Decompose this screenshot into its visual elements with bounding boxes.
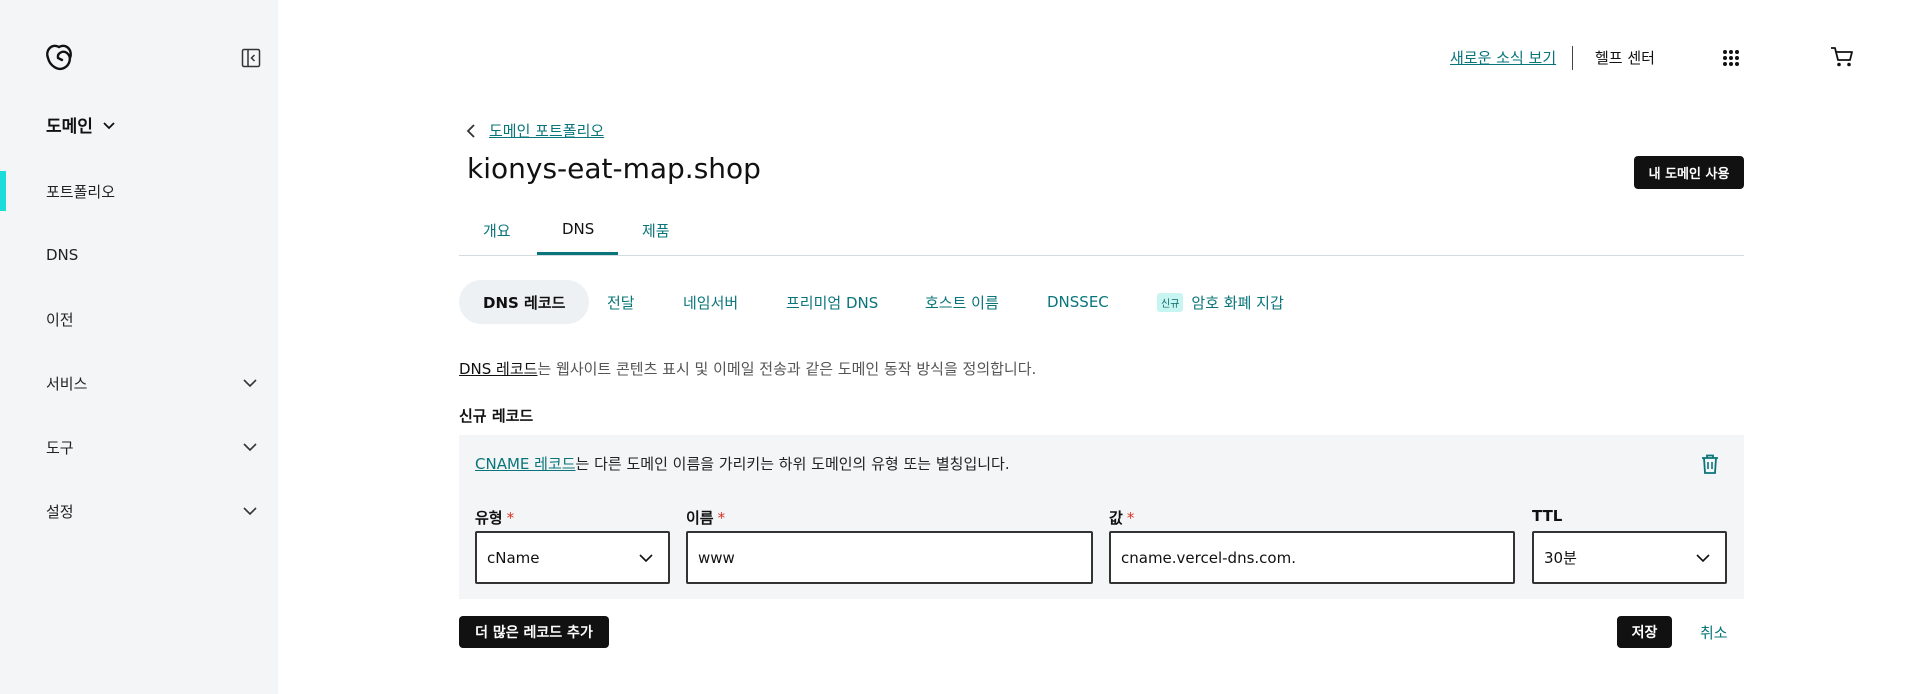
active-tab-indicator bbox=[537, 252, 618, 255]
subtab-dns-records[interactable]: DNS 레코드 bbox=[459, 280, 590, 324]
chevron-down-icon bbox=[243, 379, 257, 388]
value-input-value: cname.vercel-dns.com. bbox=[1121, 548, 1296, 567]
sidebar-item-services[interactable]: 서비스 bbox=[0, 363, 278, 403]
sidebar-item-label: 포트폴리오 bbox=[46, 182, 116, 201]
breadcrumb-label: 도메인 포트폴리오 bbox=[489, 122, 605, 140]
name-input-value: www bbox=[698, 548, 735, 567]
sidebar-item-label: 이전 bbox=[46, 310, 74, 329]
type-select[interactable]: cName bbox=[475, 531, 670, 584]
save-button[interactable]: 저장 bbox=[1617, 616, 1672, 648]
dns-records-link[interactable]: DNS 레코드 bbox=[459, 360, 537, 378]
chevron-down-icon bbox=[1696, 554, 1710, 563]
tab-dns[interactable]: DNS bbox=[562, 220, 594, 238]
whats-new-link[interactable]: 새로운 소식 보기 bbox=[1450, 47, 1556, 68]
subtab-premium-dns[interactable]: 프리미엄 DNS bbox=[786, 280, 878, 324]
chevron-left-icon bbox=[466, 123, 475, 138]
value-label: 값 * bbox=[1109, 507, 1134, 528]
chevron-down-icon bbox=[639, 554, 653, 563]
godaddy-logo-icon[interactable] bbox=[44, 44, 74, 72]
header-divider bbox=[1572, 46, 1573, 70]
required-mark: * bbox=[1126, 509, 1135, 527]
subtab-forwarding[interactable]: 전달 bbox=[607, 280, 635, 324]
ttl-select[interactable]: 30분 bbox=[1532, 531, 1727, 584]
dns-description: DNS 레코드는 웹사이트 콘텐츠 표시 및 이메일 전송과 같은 도메인 동작… bbox=[459, 358, 1036, 379]
subtab-dnssec[interactable]: DNSSEC bbox=[1047, 280, 1109, 324]
cancel-button[interactable]: 취소 bbox=[1700, 622, 1728, 643]
sidebar-item-tools[interactable]: 도구 bbox=[0, 427, 278, 467]
subtab-crypto-wallet-label: 암호 화폐 지갑 bbox=[1191, 293, 1284, 312]
product-switch-label: 도메인 bbox=[46, 117, 93, 137]
sidebar-item-portfolio[interactable]: 포트폴리오 bbox=[0, 171, 278, 211]
ttl-label: TTL bbox=[1532, 507, 1563, 525]
help-center-link[interactable]: 헬프 센터 bbox=[1595, 47, 1655, 68]
value-input[interactable]: cname.vercel-dns.com. bbox=[1109, 531, 1515, 584]
sidebar-item-transfer[interactable]: 이전 bbox=[0, 299, 278, 339]
app-root: 도메인 포트폴리오 DNS 이전 서비스 도구 설정 새로운 소식 보기 헬프 … bbox=[0, 0, 1907, 694]
name-label-text: 이름 bbox=[686, 509, 714, 527]
chevron-down-icon bbox=[243, 507, 257, 516]
product-switch[interactable]: 도메인 bbox=[46, 112, 117, 137]
new-record-title: 신규 레코드 bbox=[459, 407, 534, 425]
required-mark: * bbox=[506, 509, 515, 527]
name-input[interactable]: www bbox=[686, 531, 1093, 584]
value-label-text: 값 bbox=[1109, 509, 1123, 527]
sidebar-collapse-icon[interactable] bbox=[241, 48, 261, 68]
chevron-down-icon bbox=[103, 121, 115, 129]
grid-apps-icon[interactable] bbox=[1722, 49, 1740, 67]
new-badge: 신규 bbox=[1157, 292, 1184, 312]
trash-icon[interactable] bbox=[1700, 453, 1720, 475]
cname-records-link[interactable]: CNAME 레코드 bbox=[475, 455, 576, 473]
sidebar-item-label: DNS bbox=[46, 246, 79, 264]
page-title: kionys-eat-map.shop bbox=[467, 152, 761, 185]
tab-bar: 개요 DNS 제품 bbox=[459, 212, 1744, 256]
required-mark: * bbox=[717, 509, 726, 527]
type-select-value: cName bbox=[487, 548, 540, 567]
subtab-crypto-wallet[interactable]: 신규 암호 화폐 지갑 bbox=[1157, 280, 1284, 324]
record-form: CNAME 레코드는 다른 도메인 이름을 가리키는 하위 도메인의 유형 또는… bbox=[459, 435, 1744, 599]
chevron-down-icon bbox=[243, 443, 257, 452]
sidebar-item-dns[interactable]: DNS bbox=[0, 235, 278, 275]
sidebar-item-label: 설정 bbox=[46, 502, 74, 521]
sidebar-item-label: 서비스 bbox=[46, 374, 88, 393]
subtab-hostnames[interactable]: 호스트 이름 bbox=[925, 280, 999, 324]
record-description: CNAME 레코드는 다른 도메인 이름을 가리키는 하위 도메인의 유형 또는… bbox=[475, 453, 1010, 474]
dns-description-text: 는 웹사이트 콘텐츠 표시 및 이메일 전송과 같은 도메인 동작 방식을 정의… bbox=[537, 360, 1037, 378]
name-label: 이름 * bbox=[686, 507, 725, 528]
add-more-records-button[interactable]: 더 많은 레코드 추가 bbox=[459, 616, 609, 648]
tab-overview[interactable]: 개요 bbox=[483, 220, 511, 241]
use-domain-button[interactable]: 내 도메인 사용 bbox=[1634, 156, 1744, 189]
tab-products[interactable]: 제품 bbox=[642, 220, 670, 241]
sidebar-item-label: 도구 bbox=[46, 438, 74, 457]
subtab-nameservers[interactable]: 네임서버 bbox=[683, 280, 738, 324]
record-description-text: 는 다른 도메인 이름을 가리키는 하위 도메인의 유형 또는 별칭입니다. bbox=[575, 455, 1010, 473]
type-label-text: 유형 bbox=[475, 509, 503, 527]
sidebar-item-settings[interactable]: 설정 bbox=[0, 491, 278, 531]
ttl-select-value: 30분 bbox=[1544, 549, 1577, 567]
type-label: 유형 * bbox=[475, 507, 514, 528]
breadcrumb[interactable]: 도메인 포트폴리오 bbox=[465, 120, 604, 141]
cart-icon[interactable] bbox=[1830, 46, 1854, 68]
sidebar: 도메인 포트폴리오 DNS 이전 서비스 도구 설정 bbox=[0, 0, 278, 694]
